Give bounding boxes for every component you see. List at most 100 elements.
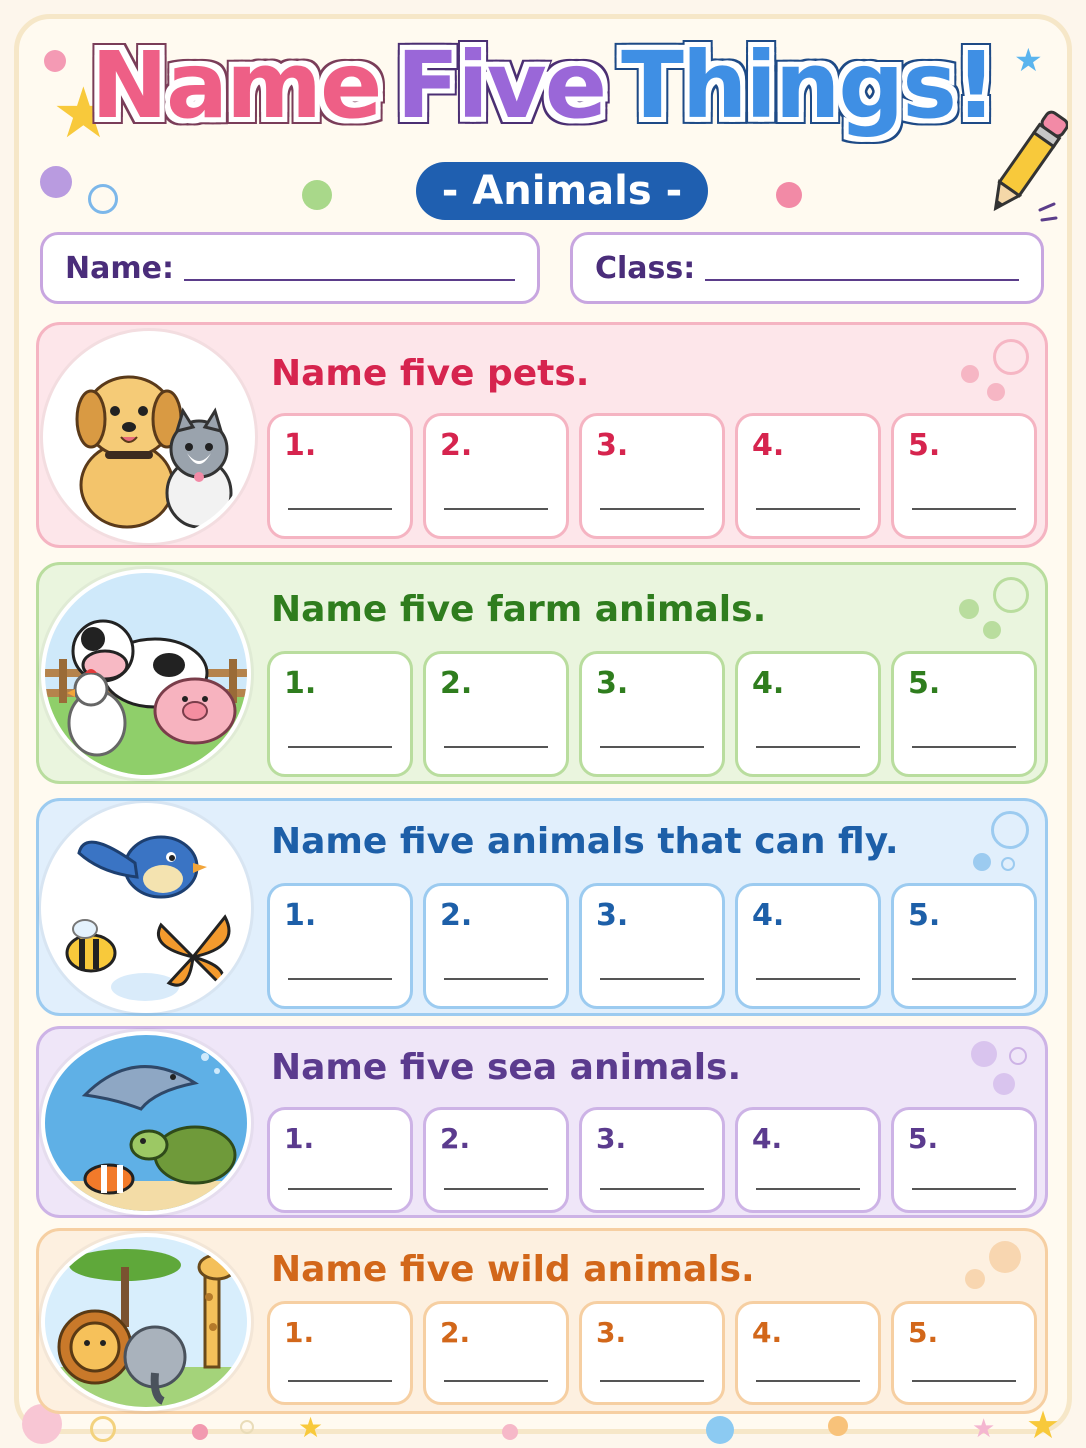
answer-line[interactable] <box>912 1188 1016 1190</box>
purple-ring <box>1009 1047 1027 1065</box>
blue-ring <box>88 184 118 214</box>
answer-box-3[interactable]: 3. <box>579 883 725 1009</box>
purple-dot <box>971 1041 997 1067</box>
farm-animals-illustration <box>41 569 251 779</box>
section-prompt: Name five wild animals. <box>271 1249 755 1290</box>
answer-line[interactable] <box>912 1380 1016 1382</box>
title-word-name: Name <box>91 32 382 139</box>
class-write-line[interactable] <box>705 255 1019 281</box>
answer-box-1[interactable]: 1. <box>267 1301 413 1405</box>
answer-number: 1. <box>284 1122 315 1155</box>
purple-dot <box>40 166 72 198</box>
answer-number: 5. <box>908 1316 939 1349</box>
answer-box-3[interactable]: 3. <box>579 1301 725 1405</box>
yellow-star-icon: ★ <box>298 1411 324 1444</box>
section-pets: Name five pets. 1. 2. 3. 4. 5. <box>36 322 1048 548</box>
yellow-ring <box>90 1416 116 1442</box>
section-prompt: Name five animals that can fly. <box>271 821 899 862</box>
answer-number: 5. <box>908 898 941 933</box>
worksheet-title: Name Five Things! <box>0 40 1086 132</box>
answer-box-1[interactable]: 1. <box>267 1107 413 1213</box>
name-field[interactable]: Name: <box>40 232 540 304</box>
answer-line[interactable] <box>600 1380 704 1382</box>
answer-box-2[interactable]: 2. <box>423 883 569 1009</box>
green-ring <box>993 577 1029 613</box>
answer-line[interactable] <box>756 1380 860 1382</box>
answer-line[interactable] <box>444 978 548 980</box>
answer-number: 1. <box>284 898 317 933</box>
answer-box-5[interactable]: 5. <box>891 413 1037 539</box>
answer-line[interactable] <box>288 978 392 980</box>
answer-box-5[interactable]: 5. <box>891 883 1037 1009</box>
answer-line[interactable] <box>288 746 392 748</box>
name-label: Name: <box>65 250 174 286</box>
class-field[interactable]: Class: <box>570 232 1044 304</box>
section-sea-animals: Name five sea animals. 1. 2. 3. 4. 5. <box>36 1026 1048 1218</box>
answer-number: 2. <box>440 1316 471 1349</box>
section-prompt: Name five farm animals. <box>271 589 767 630</box>
pink-dot <box>987 383 1005 401</box>
answer-line[interactable] <box>912 508 1016 510</box>
answer-line[interactable] <box>288 1188 392 1190</box>
answer-box-2[interactable]: 2. <box>423 1301 569 1405</box>
answer-line[interactable] <box>600 746 704 748</box>
title-word-things: Things! <box>621 32 997 139</box>
blue-dot <box>706 1416 734 1444</box>
answer-number: 3. <box>596 666 629 701</box>
answer-box-4[interactable]: 4. <box>735 883 881 1009</box>
answer-number: 2. <box>440 898 473 933</box>
answer-line[interactable] <box>444 508 548 510</box>
answer-number: 5. <box>908 1122 939 1155</box>
answer-line[interactable] <box>288 1380 392 1382</box>
answer-line[interactable] <box>756 1188 860 1190</box>
answer-box-3[interactable]: 3. <box>579 651 725 777</box>
pink-dot <box>961 365 979 383</box>
answer-box-5[interactable]: 5. <box>891 651 1037 777</box>
blue-dot <box>973 853 991 871</box>
answer-line[interactable] <box>444 1188 548 1190</box>
answer-line[interactable] <box>600 1188 704 1190</box>
answer-line[interactable] <box>600 978 704 980</box>
answer-box-4[interactable]: 4. <box>735 1107 881 1213</box>
answer-line[interactable] <box>912 978 1016 980</box>
answer-line[interactable] <box>444 1380 548 1382</box>
answer-box-4[interactable]: 4. <box>735 1301 881 1405</box>
blue-ring <box>1001 857 1015 871</box>
answer-box-1[interactable]: 1. <box>267 651 413 777</box>
answer-box-1[interactable]: 1. <box>267 883 413 1009</box>
name-write-line[interactable] <box>183 255 515 281</box>
answer-number: 5. <box>908 666 941 701</box>
answer-line[interactable] <box>756 508 860 510</box>
answer-line[interactable] <box>444 746 548 748</box>
answer-box-5[interactable]: 5. <box>891 1301 1037 1405</box>
answer-line[interactable] <box>756 978 860 980</box>
class-label: Class: <box>595 250 696 286</box>
answer-box-2[interactable]: 2. <box>423 651 569 777</box>
orange-dot <box>965 1269 985 1289</box>
answer-number: 5. <box>908 428 941 463</box>
pink-dot <box>502 1424 518 1440</box>
answer-box-2[interactable]: 2. <box>423 1107 569 1213</box>
answer-box-5[interactable]: 5. <box>891 1107 1037 1213</box>
answer-line[interactable] <box>912 746 1016 748</box>
answer-number: 3. <box>596 1316 627 1349</box>
blue-ring <box>991 811 1029 849</box>
answer-box-3[interactable]: 3. <box>579 1107 725 1213</box>
answer-number: 3. <box>596 898 629 933</box>
answer-number: 1. <box>284 1316 315 1349</box>
answer-box-4[interactable]: 4. <box>735 413 881 539</box>
answer-number: 1. <box>284 666 317 701</box>
answer-line[interactable] <box>288 508 392 510</box>
answer-line[interactable] <box>756 746 860 748</box>
answer-box-2[interactable]: 2. <box>423 413 569 539</box>
answer-number: 1. <box>284 428 317 463</box>
answer-number: 4. <box>752 898 785 933</box>
lion-elephant-giraffe-illustration <box>41 1233 251 1411</box>
answer-box-1[interactable]: 1. <box>267 413 413 539</box>
section-prompt: Name five sea animals. <box>271 1047 742 1088</box>
answer-line[interactable] <box>600 508 704 510</box>
answer-box-3[interactable]: 3. <box>579 413 725 539</box>
answer-box-4[interactable]: 4. <box>735 651 881 777</box>
section-wild-animals: Name five wild animals. 1. 2. 3. 4. 5. <box>36 1228 1048 1414</box>
answer-number: 3. <box>596 428 629 463</box>
